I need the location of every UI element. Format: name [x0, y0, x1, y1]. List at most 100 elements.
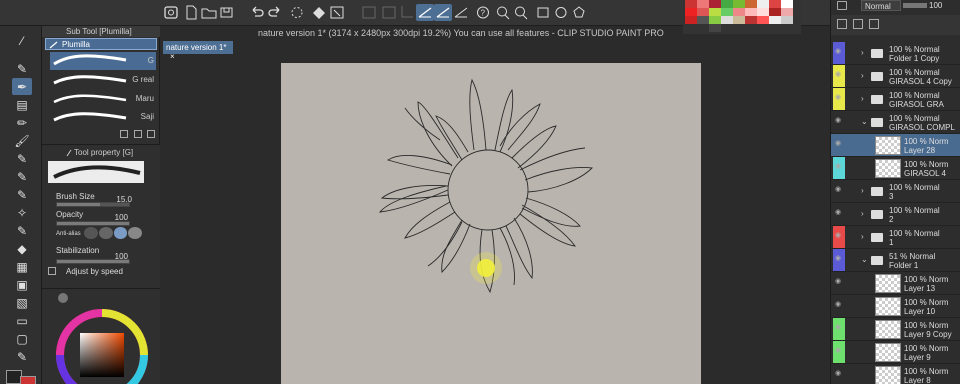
pencil-icon[interactable]: ✏ [12, 114, 32, 131]
chevron-right-icon[interactable]: › [861, 209, 864, 218]
redo-icon[interactable] [266, 4, 284, 21]
adjust-checkbox[interactable] [48, 267, 56, 275]
visibility-eye-icon[interactable]: ◉ [835, 232, 843, 239]
sub-tool-group-selected[interactable]: Plumilla [45, 38, 157, 50]
layer-row[interactable]: ◉ 100 % Norm Layer 13 [831, 272, 960, 295]
reference-icon[interactable] [869, 19, 879, 29]
eyedropper-icon[interactable]: ⁄ [12, 32, 32, 49]
layer-row[interactable]: ◉ › 100 % Normal GIRASOL 4 Copy [831, 65, 960, 88]
anti-alias-none[interactable] [84, 227, 98, 239]
balloon-icon[interactable]: ✎ [12, 348, 32, 365]
layer-row[interactable]: ◉ 100 % Norm Layer 8 [831, 364, 960, 384]
visibility-eye-icon[interactable]: ◉ [835, 324, 843, 331]
color-set-palette[interactable] [683, 0, 801, 34]
sub-color-swatch[interactable] [20, 376, 36, 384]
layer-row[interactable]: ◉ 100 % Norm Layer 28 [831, 134, 960, 157]
copy-subtool-icon[interactable] [120, 130, 128, 138]
visibility-eye-icon[interactable]: ◉ [835, 370, 843, 377]
brush-icon[interactable]: 🖌 [12, 132, 32, 149]
visibility-eye-icon[interactable]: ◉ [835, 71, 843, 78]
chevron-right-icon[interactable]: › [861, 48, 864, 57]
opacity-slider[interactable] [56, 221, 130, 226]
anti-alias-options[interactable] [84, 227, 142, 239]
layer-row[interactable]: ◉ 100 % Norm Layer 9 [831, 341, 960, 364]
visibility-eye-icon[interactable]: ◉ [835, 347, 843, 354]
layer-row[interactable]: ◉ › 100 % Normal 1 [831, 226, 960, 249]
visibility-eye-icon[interactable]: ◉ [835, 48, 843, 55]
color-swatches[interactable] [683, 0, 801, 34]
clip-icon[interactable] [853, 19, 863, 29]
layer-row[interactable]: ◉ 100 % Norm Layer 10 [831, 295, 960, 318]
visibility-eye-icon[interactable]: ◉ [835, 94, 843, 101]
open-folder-icon[interactable] [200, 4, 218, 21]
layer-property-icon[interactable] [837, 1, 847, 10]
layer-row[interactable]: ◉ › 100 % Normal 2 [831, 203, 960, 226]
crop-icon[interactable] [398, 4, 416, 21]
sparkle-icon[interactable]: ✧ [12, 204, 32, 221]
chevron-right-icon[interactable]: › [861, 186, 864, 195]
brush-item-saji[interactable]: Saji [50, 108, 156, 126]
gradient-icon[interactable]: ▣ [12, 276, 32, 293]
fill-tool-icon[interactable]: ▦ [12, 258, 32, 275]
visibility-eye-icon[interactable]: ◉ [835, 163, 843, 170]
snap-special-ruler-icon[interactable] [434, 4, 452, 21]
text-icon[interactable]: ▢ [12, 330, 32, 347]
zoom-out-icon[interactable] [512, 4, 530, 21]
delete-subtool-icon[interactable] [147, 130, 155, 138]
color-wheel[interactable] [54, 309, 150, 384]
transform-icon[interactable] [360, 4, 378, 21]
airbrush-icon[interactable]: ✎ [12, 150, 32, 167]
close-tab-icon[interactable]: × [170, 52, 175, 61]
pen-tool-icon[interactable]: ✒ [12, 78, 32, 95]
layer-row[interactable]: ◉ › 100 % Normal GIRASOL GRA [831, 88, 960, 111]
visibility-eye-icon[interactable]: ◉ [835, 301, 843, 308]
brush-size-slider[interactable] [56, 202, 130, 207]
drawing-canvas[interactable] [281, 63, 701, 384]
visibility-eye-icon[interactable]: ◉ [835, 278, 843, 285]
snap-ruler-icon[interactable] [416, 4, 434, 21]
zoom-in-icon[interactable] [494, 4, 512, 21]
save-icon[interactable] [218, 4, 236, 21]
figure-icon[interactable]: ▧ [12, 294, 32, 311]
rectangle-icon[interactable] [534, 4, 552, 21]
visibility-eye-icon[interactable]: ◉ [835, 140, 843, 147]
anti-alias-weak[interactable] [98, 227, 113, 239]
layer-row[interactable]: ◉ › 100 % Normal Folder 1 Copy [831, 42, 960, 65]
polygon-icon[interactable] [570, 4, 588, 21]
chevron-right-icon[interactable]: › [861, 71, 864, 80]
new-file-icon[interactable] [182, 4, 200, 21]
visibility-eye-icon[interactable]: ◉ [835, 117, 843, 124]
visibility-eye-icon[interactable]: ◉ [835, 186, 843, 193]
decoration-icon[interactable]: ✎ [12, 168, 32, 185]
create-subtool-icon[interactable] [134, 130, 142, 138]
select-all-icon[interactable] [380, 4, 398, 21]
chevron-right-icon[interactable]: › [861, 94, 864, 103]
chevron-down-icon[interactable]: ⌄ [861, 255, 868, 264]
layer-row[interactable]: ◉ 100 % Norm GIRASOL 4 [831, 157, 960, 180]
help-icon[interactable]: ? [474, 4, 492, 21]
blend-mode-select[interactable]: Normal [861, 0, 901, 11]
frame-icon[interactable]: ▭ [12, 312, 32, 329]
eraser-icon[interactable]: ◆ [12, 240, 32, 257]
layer-opacity-slider[interactable] [903, 3, 927, 8]
lock-icon[interactable] [837, 19, 847, 29]
clear-icon[interactable] [310, 4, 328, 21]
layer-row[interactable]: ◉ › 100 % Normal 3 [831, 180, 960, 203]
loading-spinner-icon[interactable] [288, 4, 306, 21]
chevron-down-icon[interactable]: ⌄ [861, 117, 868, 126]
snap-grid-icon[interactable] [452, 4, 470, 21]
visibility-eye-icon[interactable]: ◉ [835, 255, 843, 262]
layer-row[interactable]: ◉ ⌄ 51 % Normal Folder 1 [831, 249, 960, 272]
marker-icon[interactable]: ▤ [12, 96, 32, 113]
layer-row[interactable]: ◉ ⌄ 100 % Normal GIRASOL COMPL [831, 111, 960, 134]
anti-alias-medium[interactable] [113, 227, 128, 239]
chevron-right-icon[interactable]: › [861, 232, 864, 241]
visibility-eye-icon[interactable]: ◉ [835, 209, 843, 216]
document-tab[interactable]: nature version 1* × [163, 41, 233, 61]
ink-icon[interactable]: ✎ [12, 222, 32, 239]
color-wheel-tab-icon[interactable] [58, 293, 68, 303]
layer-icon[interactable] [162, 4, 180, 21]
layer-opacity-value[interactable]: 100 [929, 1, 942, 10]
ellipse-icon[interactable] [552, 4, 570, 21]
pen-icon[interactable]: ✎ [12, 60, 32, 77]
